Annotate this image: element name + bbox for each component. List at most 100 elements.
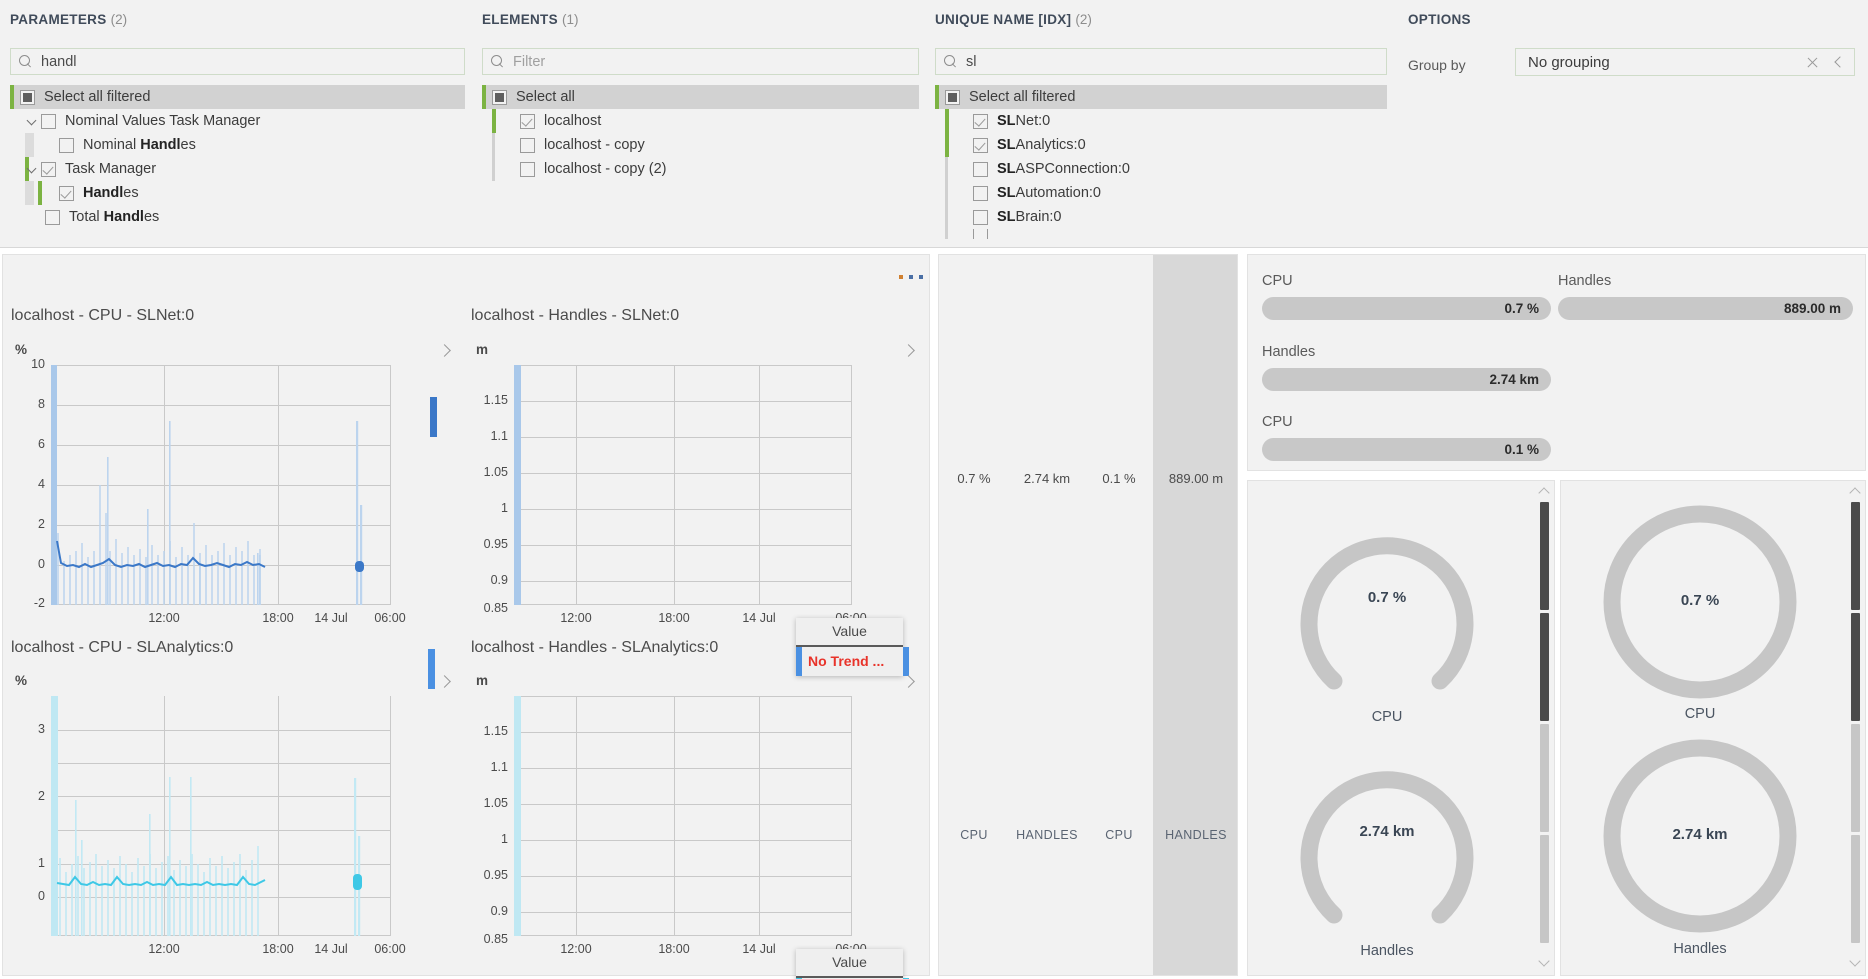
chart-title-cpu-slanalytics: localhost - CPU - SLAnalytics:0	[11, 639, 234, 656]
gauge-arc-cpu[interactable]: 0.7 %	[1282, 495, 1492, 710]
bar-column-cpu-1[interactable]: 0.7 % CPU	[939, 255, 1009, 975]
elements-filter-input[interactable]: Filter	[482, 48, 919, 75]
parameters-title-text: PARAMETERS	[10, 12, 107, 27]
unique-name-search-input[interactable]: sl	[935, 48, 1387, 75]
ytick: 3	[38, 722, 45, 736]
unique-name-column: UNIQUE NAME [IDX] (2) sl Select all filt…	[925, 0, 1395, 248]
scroll-up-icon[interactable]	[1851, 488, 1860, 497]
tree-guide	[945, 157, 948, 181]
parameter-checkbox[interactable]	[59, 185, 74, 201]
progress-bar-handles-2[interactable]: 2.74 km	[1262, 368, 1551, 391]
unique-name-row-slautomation[interactable]: SLAutomation:0	[935, 181, 1387, 205]
gauge-ring-cpu[interactable]: 0.7 %	[1595, 495, 1805, 710]
parameters-search-input[interactable]: handl	[10, 48, 465, 75]
parameter-row-total-handles[interactable]: Total Handles	[10, 205, 465, 229]
chevron-down-icon[interactable]	[25, 114, 39, 128]
bar-value: 2.74 km	[1023, 471, 1071, 486]
chart-next-arrow-handles-slnet[interactable]	[901, 343, 917, 359]
bar-values-panel[interactable]: 0.7 % CPU 2.74 km HANDLES 0.1 % CPU 889.…	[938, 254, 1238, 976]
parameter-checkbox[interactable]	[59, 137, 74, 153]
bar-column-handles-2[interactable]: 889.00 m HANDLES	[1153, 255, 1237, 975]
plot-cpu-slnet[interactable]: 10 8 6 4 2 0 -2 12:00 18:00 14 Jul 06:00	[31, 357, 406, 625]
progress-bar-cpu-2[interactable]: 0.1 %	[1262, 438, 1551, 461]
element-row-localhost[interactable]: localhost	[482, 109, 919, 133]
element-label: localhost - copy (2)	[544, 161, 667, 177]
element-checkbox[interactable]	[520, 161, 535, 177]
scroll-up-icon[interactable]	[1540, 488, 1549, 497]
bar-column-cpu-2[interactable]: 0.1 % CPU	[1085, 255, 1153, 975]
gauge-panel-ring-scrollbar[interactable]	[1848, 485, 1863, 973]
legend-swatch-handles-slnet[interactable]	[428, 649, 435, 689]
unique-name-row-slnet[interactable]: SLNet:0	[935, 109, 1387, 133]
panel-menu-icon[interactable]	[899, 275, 923, 279]
unique-name-row-slaspconnection[interactable]: SLASPConnection:0	[935, 157, 1387, 181]
scroll-down-icon[interactable]	[1851, 958, 1860, 967]
unique-name-checkbox[interactable]	[973, 137, 988, 153]
chart-next-arrow-handles-slanalytics[interactable]	[901, 674, 917, 690]
unique-name-checkbox[interactable]	[973, 229, 988, 239]
scroll-down-icon[interactable]	[1540, 958, 1549, 967]
element-checkbox[interactable]	[520, 113, 535, 129]
parameter-row-nominal-values-task-manager[interactable]: Nominal Values Task Manager	[10, 109, 465, 133]
plot-handles-slnet[interactable]: 1.15 1.1 1.05 1 0.95 0.9 0.85 12:00 18:0…	[484, 365, 867, 625]
parameters-list[interactable]: Select all filtered Nominal Values Task …	[10, 85, 465, 240]
parameter-checkbox[interactable]	[45, 209, 60, 225]
chart-next-arrow-cpu-slnet[interactable]	[437, 343, 453, 359]
gauge-panel-arc-scrollbar[interactable]	[1537, 485, 1552, 973]
options-title: OPTIONS	[1408, 12, 1471, 27]
tooltip-handles-slnet: Value No Trend ...	[796, 618, 909, 676]
unique-name-checkbox[interactable]	[973, 209, 988, 225]
scrollbar-thumb[interactable]	[1540, 502, 1549, 610]
progress-bar-cpu-1[interactable]: 0.7 %	[1262, 297, 1551, 320]
gauge-ring-handles[interactable]: 2.74 km	[1595, 729, 1805, 944]
element-checkbox[interactable]	[520, 137, 535, 153]
unique-name-checkbox[interactable]	[973, 161, 988, 177]
unique-name-checkbox[interactable]	[973, 185, 988, 201]
unique-name-select-all-row[interactable]: Select all filtered	[935, 85, 1387, 109]
scrollbar-track-segment[interactable]	[1851, 724, 1860, 832]
parameter-checkbox[interactable]	[41, 161, 56, 177]
bar-value: 0.7 %	[957, 471, 991, 486]
group-by-select[interactable]: No grouping	[1515, 48, 1855, 76]
parameters-select-all-row[interactable]: Select all filtered	[10, 85, 465, 109]
chevron-down-icon[interactable]	[25, 162, 39, 176]
ytick: 2	[38, 789, 45, 803]
parameter-row-nominal-handles[interactable]: Nominal Handles	[10, 133, 465, 157]
scrollbar-track-segment[interactable]	[1540, 724, 1549, 832]
unique-name-row-slanalytics[interactable]: SLAnalytics:0	[935, 133, 1387, 157]
plot-handles-slanalytics[interactable]: 1.15 1.1 1.05 1 0.95 0.9 0.85 12:00 18:0…	[484, 696, 867, 956]
unique-name-list[interactable]: Select all filtered SLNet:0 SLAnalytics:…	[935, 85, 1387, 245]
clear-icon[interactable]	[1805, 55, 1820, 70]
chevron-left-icon[interactable]	[1832, 55, 1846, 69]
scrollbar-track-segment[interactable]	[1540, 835, 1549, 943]
progress-value: 889.00 m	[1783, 301, 1841, 316]
element-row-localhost-copy-2[interactable]: localhost - copy (2)	[482, 157, 919, 181]
bar-column-handles-1[interactable]: 2.74 km HANDLES	[1009, 255, 1085, 975]
parameters-title: PARAMETERS (2)	[10, 12, 127, 27]
elements-select-all-row[interactable]: Select all	[482, 85, 919, 109]
elements-list[interactable]: Select all localhost localhost - copy lo…	[482, 85, 919, 240]
chart-next-arrow-cpu-slanalytics[interactable]	[437, 674, 453, 690]
select-all-checkbox[interactable]	[492, 89, 507, 105]
unique-name-checkbox[interactable]	[973, 113, 988, 129]
xtick: 12:00	[148, 942, 180, 956]
parameter-label: Nominal Handles	[83, 137, 196, 153]
legend-swatch-cpu-slnet[interactable]	[430, 397, 437, 437]
select-all-checkbox[interactable]	[20, 89, 35, 105]
scrollbar-thumb[interactable]	[1851, 613, 1860, 721]
plot-cpu-slanalytics[interactable]: 3 2 1 0 12:00 18:00 14 Jul 06:00	[38, 696, 406, 956]
parameter-row-handles[interactable]: Handles	[10, 181, 465, 205]
element-row-localhost-copy[interactable]: localhost - copy	[482, 133, 919, 157]
scrollbar-thumb[interactable]	[1851, 502, 1860, 610]
unique-name-row-slbrain[interactable]: SLBrain:0	[935, 205, 1387, 229]
trend-explorer-app: PARAMETERS (2) handl Select all filtered…	[0, 0, 1868, 979]
scrollbar-thumb[interactable]	[1540, 613, 1549, 721]
search-icon	[491, 55, 504, 68]
scrollbar-track-segment[interactable]	[1851, 835, 1860, 943]
progress-bar-handles-1[interactable]: 889.00 m	[1558, 297, 1853, 320]
gauge-arc-handles[interactable]: 2.74 km	[1282, 729, 1492, 944]
unique-name-row-partial[interactable]	[935, 229, 1387, 239]
parameter-checkbox[interactable]	[41, 113, 56, 129]
parameter-row-task-manager[interactable]: Task Manager	[10, 157, 465, 181]
select-all-checkbox[interactable]	[945, 89, 960, 105]
